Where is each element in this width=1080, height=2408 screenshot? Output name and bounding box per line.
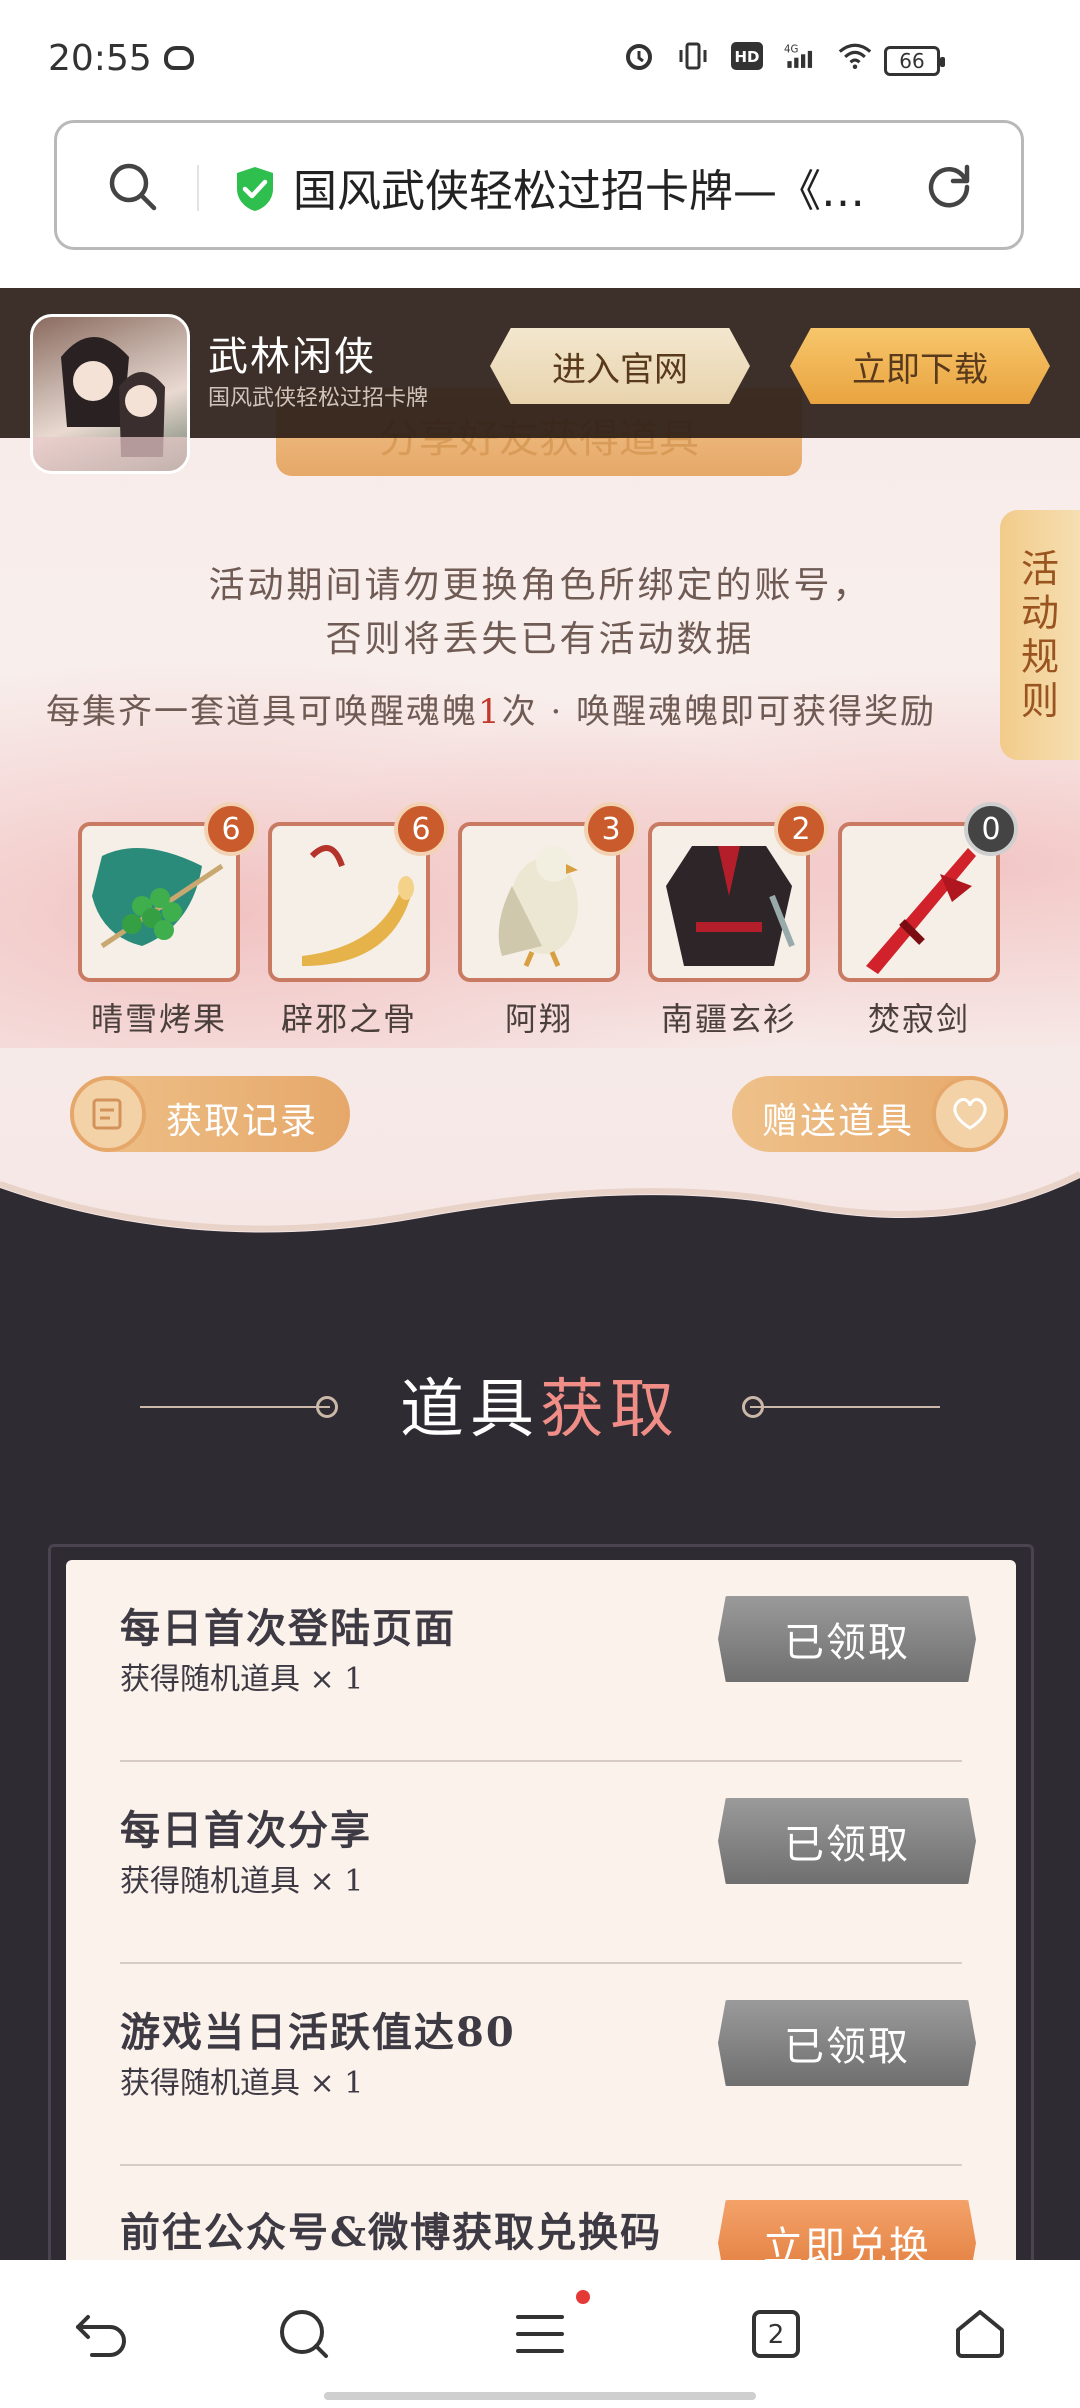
search-icon[interactable]	[105, 159, 161, 219]
notification-dot	[576, 2290, 590, 2304]
divider	[197, 165, 199, 211]
task-title: 每日首次登陆页面	[120, 1605, 456, 1652]
task-claimed-button[interactable]: 已领取	[718, 1798, 976, 1884]
address-bar[interactable]: 国风武侠轻松过招卡牌—《…	[54, 120, 1024, 250]
menu-icon[interactable]	[510, 2304, 570, 2364]
app-notification-icon	[164, 46, 194, 70]
app-logo[interactable]	[30, 314, 190, 474]
task-reward: 获得随机道具 × 1	[120, 2066, 364, 2101]
section-title: 道具获取	[0, 1358, 1080, 1450]
rules-char: 则	[1020, 679, 1059, 723]
task-title: 游戏当日活跃值达80	[120, 2009, 516, 2056]
tabs-icon[interactable]: 2	[746, 2304, 806, 2364]
browser-bottom-nav: 2	[0, 2260, 1080, 2408]
download-button[interactable]: 立即下载	[790, 328, 1050, 404]
notice-highlight-number: 1	[478, 692, 502, 732]
acquire-record-button[interactable]: 获取记录	[70, 1076, 350, 1152]
svg-text:HD: HD	[734, 48, 759, 66]
app-name: 武林闲侠	[208, 334, 376, 380]
notice-line-2: 否则将丢失已有活动数据	[325, 619, 755, 660]
back-icon[interactable]	[72, 2304, 132, 2364]
svg-text:4G: 4G	[784, 45, 798, 56]
task-divider	[120, 2164, 962, 2166]
item-count-badge: 2	[774, 802, 828, 856]
section-title-main: 道具	[400, 1373, 540, 1447]
wifi-icon	[838, 40, 872, 72]
section-title-highlight: 获取	[540, 1373, 680, 1447]
home-indicator[interactable]	[324, 2392, 756, 2400]
task-title: 前往公众号&微博获取兑换码	[120, 2209, 663, 2256]
item-card-1[interactable]: 6 辟邪之骨	[268, 802, 448, 1040]
redeem-now-button[interactable]: 立即兑换	[718, 2200, 976, 2260]
signal-4g-icon: 4G	[784, 40, 818, 72]
home-icon[interactable]	[950, 2304, 1010, 2364]
item-card-4[interactable]: 0 焚寂剑	[838, 802, 1018, 1040]
official-site-button[interactable]: 进入官网	[490, 328, 750, 404]
item-card-2[interactable]: 3 阿翔	[458, 802, 638, 1040]
item-name: 阿翔	[504, 1000, 573, 1038]
item-card-3[interactable]: 2 南疆玄衫	[648, 802, 828, 1040]
gift-items-button[interactable]: 赠送道具	[732, 1076, 1008, 1152]
task-row: 游戏当日活跃值达80 获得随机道具 × 1 已领取	[120, 2000, 976, 2200]
app-banner: 武林闲侠 国风武侠轻松过招卡牌 进入官网 立即下载	[0, 288, 1080, 474]
tabs-count: 2	[768, 2320, 785, 2350]
item-count-badge: 0	[964, 802, 1018, 856]
search-icon[interactable]	[274, 2304, 334, 2364]
battery-indicator: 66	[884, 46, 945, 76]
app-subtitle: 国风武侠轻松过招卡牌	[208, 386, 429, 411]
task-row: 每日首次登陆页面 获得随机道具 × 1 已领取	[120, 1596, 976, 1796]
task-row: 每日首次分享 获得随机道具 × 1 已领取	[120, 1798, 976, 1998]
item-count-badge: 6	[204, 802, 258, 856]
item-name: 晴雪烤果	[90, 1000, 227, 1038]
page-title[interactable]: 国风武侠轻松过招卡牌—《…	[293, 155, 933, 219]
task-reward: 获得随机道具 × 1	[120, 1662, 364, 1697]
notice-text: 次 · 唤醒魂魄即可获得奖励	[501, 692, 937, 732]
reload-icon[interactable]	[921, 157, 977, 217]
task-row: 前往公众号&微博获取兑换码 立即兑换	[120, 2200, 976, 2260]
record-label: 获取记录	[166, 1101, 319, 1142]
item-name: 焚寂剑	[867, 1000, 970, 1038]
status-time: 20:55	[48, 38, 152, 79]
vibrate-icon	[676, 40, 710, 72]
item-count-badge: 3	[584, 802, 638, 856]
event-page: 分享好友获得道具 武林闲侠 国风武侠轻松过招卡牌 进入官网 立即下载 活 动 规…	[0, 288, 1080, 2260]
task-divider	[120, 1962, 962, 1964]
notice-line-3: 每集齐一套道具可唤醒魂魄1次 · 唤醒魂魄即可获得奖励	[46, 684, 1016, 733]
alarm-icon	[622, 40, 656, 72]
task-claimed-button[interactable]: 已领取	[718, 1596, 976, 1682]
heart-hand-icon	[932, 1076, 1008, 1152]
item-collection: 6 晴雪烤果 6 辟邪之骨 3 阿翔 2 南疆玄衫 0 焚寂剑	[78, 802, 1018, 1038]
item-name: 辟邪之骨	[280, 1000, 417, 1038]
task-claimed-button[interactable]: 已领取	[718, 2000, 976, 2086]
item-count-badge: 6	[394, 802, 448, 856]
notice-line-1: 活动期间请勿更换角色所绑定的账号，	[208, 565, 872, 606]
gift-label: 赠送道具	[762, 1101, 915, 1142]
task-reward: 获得随机道具 × 1	[120, 1864, 364, 1899]
notice-text: 每集齐一套道具可唤醒魂魄	[46, 692, 478, 732]
status-bar: 20:55 HD 4G 66	[0, 0, 1080, 118]
secure-shield-icon	[233, 165, 277, 217]
item-card-0[interactable]: 6 晴雪烤果	[78, 802, 258, 1040]
task-panel: 每日首次登陆页面 获得随机道具 × 1 已领取 每日首次分享 获得随机道具 × …	[66, 1560, 1016, 2260]
item-name: 南疆玄衫	[660, 1000, 797, 1038]
edit-note-icon	[70, 1076, 146, 1152]
task-title: 每日首次分享	[120, 1807, 372, 1854]
task-divider	[120, 1760, 962, 1762]
hd-icon: HD	[730, 40, 764, 72]
